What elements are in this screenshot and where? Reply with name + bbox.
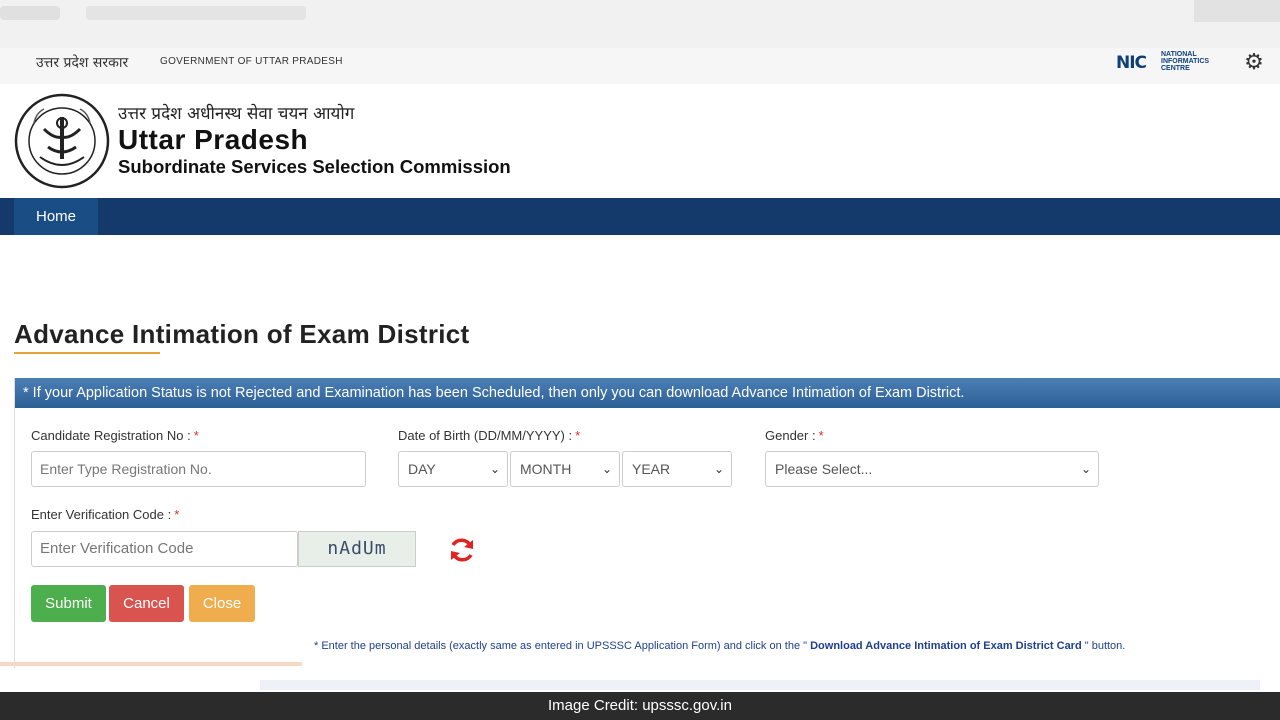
registration-label: Candidate Registration No : *	[31, 428, 199, 443]
dob-label: Date of Birth (DD/MM/YYYY) : *	[398, 428, 581, 443]
browser-address	[86, 6, 306, 20]
page-title: Advance Intimation of Exam District	[14, 319, 470, 349]
chevron-down-icon: ⌄	[1080, 462, 1091, 476]
chevron-down-icon: ⌄	[489, 462, 500, 476]
up-emblem-logo[interactable]	[14, 93, 110, 189]
gov-hindi-link[interactable]: उत्तर प्रदेश सरकार	[36, 53, 128, 72]
captcha-image: nAdUm	[298, 531, 416, 567]
gender-label: Gender : *	[765, 428, 824, 443]
nic-logo[interactable]: NIC NATIONAL INFORMATICS CENTRE	[1116, 51, 1228, 73]
title-underline	[14, 352, 160, 354]
government-bar: उत्तर प्रदेश सरकार GOVERNMENT OF UTTAR P…	[0, 48, 1280, 84]
cancel-button[interactable]: Cancel	[109, 585, 184, 622]
bottom-divider	[0, 662, 302, 666]
nic-logo-text: NATIONAL INFORMATICS CENTRE	[1161, 51, 1210, 72]
verification-label: Enter Verification Code : *	[31, 507, 180, 522]
dob-month-select[interactable]: MONTH ⌄	[510, 451, 620, 487]
header-title: Uttar Pradesh	[118, 124, 309, 155]
instruction-note: * Enter the personal details (exactly sa…	[314, 640, 1126, 652]
browser-tab	[0, 6, 60, 20]
dob-day-select[interactable]: DAY ⌄	[398, 451, 508, 487]
close-button[interactable]: Close	[189, 585, 255, 622]
nav-home[interactable]: Home	[14, 198, 98, 235]
image-credit: Image Credit: upsssc.gov.in	[0, 692, 1280, 720]
gear-icon[interactable]: ⚙	[1242, 50, 1266, 74]
form-panel: * If your Application Status is not Reje…	[14, 378, 1280, 668]
browser-control	[1194, 0, 1280, 22]
dob-year-select[interactable]: YEAR ⌄	[622, 451, 732, 487]
registration-input[interactable]: Enter Type Registration No.	[31, 451, 366, 487]
browser-bar	[0, 0, 1280, 48]
main-navbar: Home	[0, 198, 1280, 235]
chevron-down-icon: ⌄	[601, 462, 612, 476]
header-hindi-title: उत्तर प्रदेश अधीनस्थ सेवा चयन आयोग	[118, 104, 355, 124]
submit-button[interactable]: Submit	[31, 585, 106, 622]
header-subtitle: Subordinate Services Selection Commissio…	[118, 156, 511, 177]
gender-select[interactable]: Please Select... ⌄	[765, 451, 1099, 487]
refresh-icon[interactable]	[446, 534, 478, 566]
chevron-down-icon: ⌄	[713, 462, 724, 476]
site-header: उत्तर प्रदेश अधीनस्थ सेवा चयन आयोग Uttar…	[0, 84, 1280, 198]
verification-input[interactable]: Enter Verification Code	[31, 531, 298, 567]
footer-fade	[260, 680, 1260, 690]
gov-english-link[interactable]: GOVERNMENT OF UTTAR PRADESH	[160, 56, 343, 67]
panel-notice: * If your Application Status is not Reje…	[15, 378, 1280, 408]
nic-logo-mark: NIC	[1116, 53, 1147, 73]
